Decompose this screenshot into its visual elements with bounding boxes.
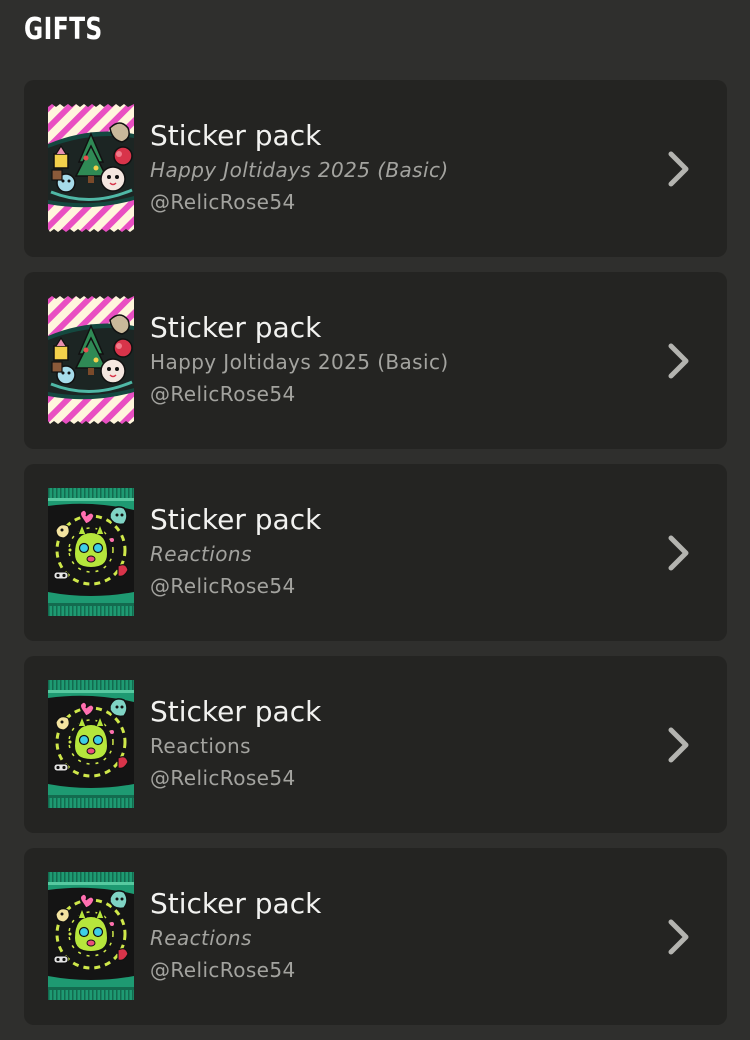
chevron-right-icon[interactable] bbox=[664, 342, 694, 380]
gift-pack-name: Reactions bbox=[150, 734, 251, 758]
gift-sender: @RelicRose54 bbox=[150, 958, 296, 982]
gift-sender: @RelicRose54 bbox=[150, 766, 296, 790]
chevron-right-icon[interactable] bbox=[664, 918, 694, 956]
gift-type-label: Sticker pack bbox=[150, 695, 322, 728]
gift-list: Sticker pack Happy Joltidays 2025 (Basic… bbox=[24, 80, 727, 1040]
gift-card[interactable]: Sticker pack Reactions @RelicRose54 bbox=[24, 464, 727, 641]
gift-pack-name: Reactions bbox=[150, 542, 252, 566]
section-title: GIFTS bbox=[24, 12, 103, 47]
gift-type-label: Sticker pack bbox=[150, 311, 322, 344]
chevron-right-icon[interactable] bbox=[664, 534, 694, 572]
gift-card[interactable]: Sticker pack Reactions @RelicRose54 bbox=[24, 848, 727, 1025]
gift-sender: @RelicRose54 bbox=[150, 190, 296, 214]
reactions-sticker-pack-icon bbox=[48, 488, 134, 616]
holiday-sticker-pack-icon bbox=[48, 104, 134, 232]
gift-pack-name: Happy Joltidays 2025 (Basic) bbox=[150, 350, 449, 374]
holiday-sticker-pack-icon bbox=[48, 296, 134, 424]
gift-details: Sticker pack Reactions @RelicRose54 bbox=[150, 502, 630, 602]
gift-type-label: Sticker pack bbox=[150, 503, 322, 536]
gift-pack-name: Reactions bbox=[150, 926, 252, 950]
gift-card[interactable]: Sticker pack Happy Joltidays 2025 (Basic… bbox=[24, 272, 727, 449]
gift-type-label: Sticker pack bbox=[150, 887, 322, 920]
reactions-sticker-pack-icon bbox=[48, 680, 134, 808]
gift-sender: @RelicRose54 bbox=[150, 574, 296, 598]
gift-details: Sticker pack Reactions @RelicRose54 bbox=[150, 886, 630, 986]
chevron-right-icon[interactable] bbox=[664, 726, 694, 764]
gift-details: Sticker pack Happy Joltidays 2025 (Basic… bbox=[150, 310, 630, 410]
gift-card[interactable]: Sticker pack Reactions @RelicRose54 bbox=[24, 656, 727, 833]
reactions-sticker-pack-icon bbox=[48, 872, 134, 1000]
gift-card[interactable]: Sticker pack Happy Joltidays 2025 (Basic… bbox=[24, 80, 727, 257]
gift-pack-name: Happy Joltidays 2025 (Basic) bbox=[150, 158, 449, 182]
gift-details: Sticker pack Reactions @RelicRose54 bbox=[150, 694, 630, 794]
chevron-right-icon[interactable] bbox=[664, 150, 694, 188]
gift-details: Sticker pack Happy Joltidays 2025 (Basic… bbox=[150, 118, 630, 218]
gift-sender: @RelicRose54 bbox=[150, 382, 296, 406]
gift-type-label: Sticker pack bbox=[150, 119, 322, 152]
